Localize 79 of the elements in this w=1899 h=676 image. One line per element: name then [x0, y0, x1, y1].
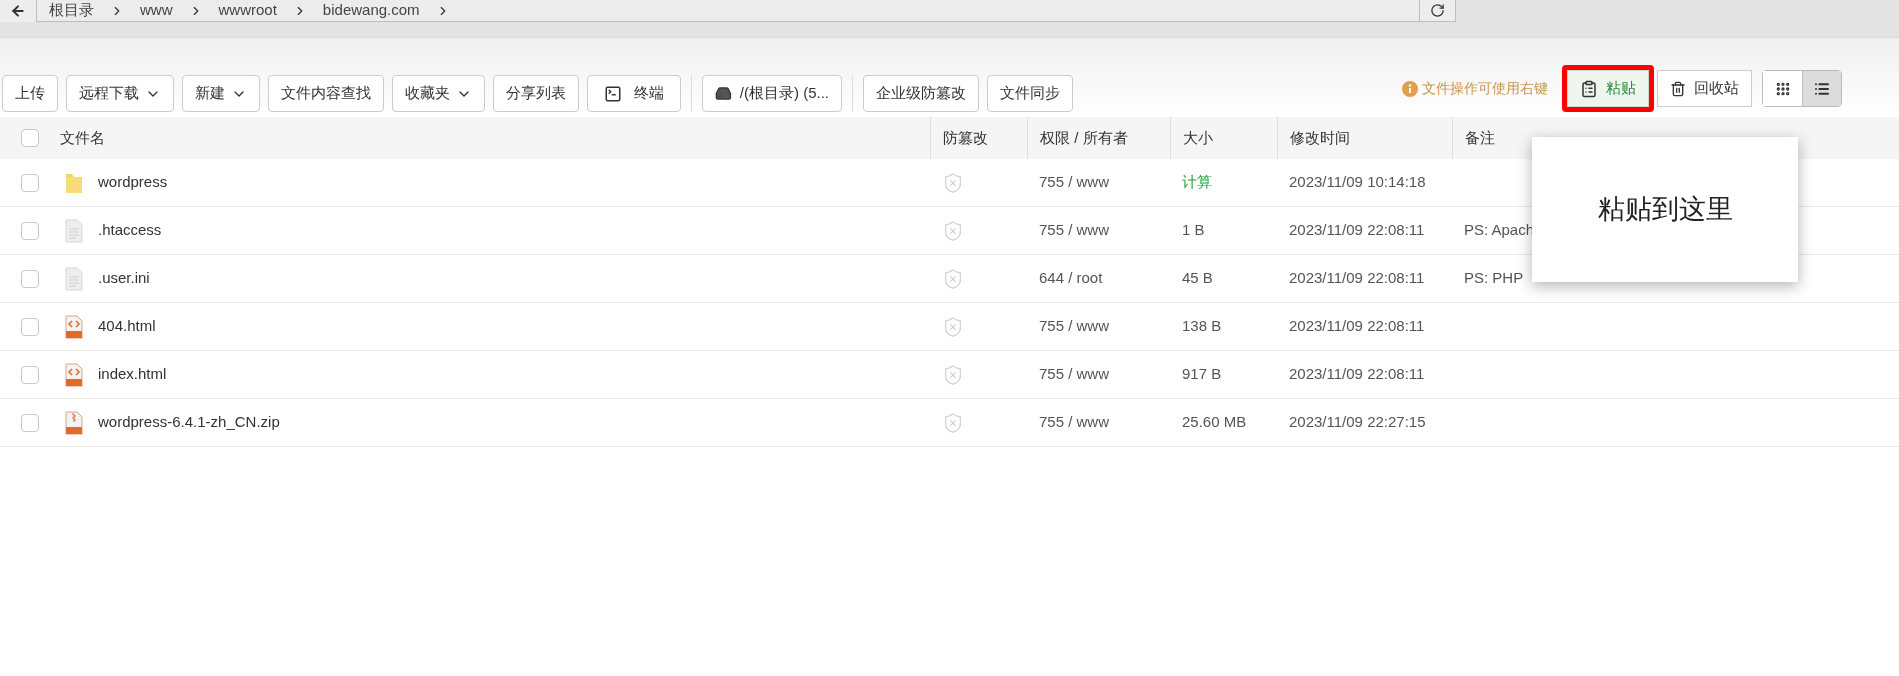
- modified-time: 2023/11/09 22:08:11: [1289, 365, 1425, 383]
- toolbar-button[interactable]: 文件内容查找: [268, 75, 384, 112]
- column-header[interactable]: 大小: [1183, 126, 1213, 150]
- breadcrumb-item[interactable]: bidewang.com: [322, 0, 420, 22]
- back-arrow-icon: [10, 3, 26, 19]
- terminal-button[interactable]: 终端: [587, 75, 681, 112]
- list-icon: [1814, 80, 1830, 97]
- file-name[interactable]: index.html: [98, 363, 167, 386]
- column-header[interactable]: 文件名: [60, 126, 105, 150]
- grid-view-button[interactable]: [1763, 71, 1802, 106]
- breadcrumb-item[interactable]: 根目录: [49, 0, 94, 22]
- back-button[interactable]: [0, 0, 37, 22]
- html-file-icon: [64, 314, 84, 339]
- dropdown-button[interactable]: 远程下载: [66, 75, 174, 112]
- paste-button[interactable]: 粘贴: [1567, 70, 1649, 107]
- modified-time: 2023/11/09 22:08:11: [1289, 317, 1425, 335]
- row-checkbox[interactable]: [21, 269, 39, 288]
- breadcrumb-item[interactable]: wwwroot: [218, 0, 277, 22]
- toolbar-button[interactable]: 分享列表: [493, 75, 579, 112]
- note-text: PS: PHP: [1464, 269, 1524, 287]
- column-header[interactable]: 权限 / 所有者: [1040, 126, 1128, 150]
- hint-text: 文件操作可使用右键: [1422, 79, 1548, 98]
- clipboard-icon: [1580, 79, 1598, 98]
- row-checkbox[interactable]: [21, 221, 39, 240]
- row-checkbox[interactable]: [21, 317, 39, 336]
- size-text: 917 B: [1182, 365, 1222, 383]
- dropdown-button[interactable]: 新建: [182, 75, 260, 112]
- permission-text[interactable]: 755 / www: [1039, 365, 1110, 383]
- shield-icon[interactable]: [942, 171, 964, 194]
- size-text: 45 B: [1182, 269, 1213, 287]
- grid-icon: [1774, 80, 1791, 97]
- row-checkbox[interactable]: [21, 365, 39, 384]
- path-bar[interactable]: 根目录 www wwwroot bidewang.com: [37, 0, 1420, 22]
- size-text: 1 B: [1182, 221, 1205, 239]
- permission-text[interactable]: 755 / www: [1039, 173, 1110, 191]
- size-text: 138 B: [1182, 317, 1222, 335]
- shield-icon[interactable]: [942, 219, 964, 242]
- shield-icon[interactable]: [942, 267, 964, 290]
- shield-icon[interactable]: [942, 315, 964, 338]
- html-file-icon: [64, 362, 84, 387]
- toolbar-button[interactable]: 企业级防篡改: [863, 75, 979, 112]
- file-name[interactable]: wordpress-6.4.1-zh_CN.zip: [98, 411, 280, 434]
- document-icon: [64, 266, 84, 291]
- recycle-bin-button[interactable]: 回收站: [1657, 70, 1752, 107]
- modified-time: 2023/11/09 10:14:18: [1289, 173, 1426, 191]
- row-checkbox[interactable]: [21, 413, 39, 432]
- refresh-icon: [1430, 3, 1445, 18]
- file-name[interactable]: wordpress: [98, 171, 168, 194]
- modified-time: 2023/11/09 22:08:11: [1289, 221, 1425, 239]
- disk-button[interactable]: /(根目录) (5...: [702, 75, 842, 112]
- column-header[interactable]: 修改时间: [1290, 126, 1350, 150]
- modified-time: 2023/11/09 22:08:11: [1289, 269, 1425, 287]
- toolbar-button[interactable]: 文件同步: [987, 75, 1073, 112]
- shield-icon[interactable]: [942, 411, 964, 434]
- permission-text[interactable]: 755 / www: [1039, 317, 1110, 335]
- file-name[interactable]: .user.ini: [98, 267, 150, 290]
- shield-icon[interactable]: [942, 363, 964, 386]
- breadcrumb-item[interactable]: www: [140, 0, 173, 22]
- column-header[interactable]: 防篡改: [943, 126, 988, 150]
- toolbar-button[interactable]: 上传: [2, 75, 58, 112]
- document-icon: [64, 218, 84, 243]
- refresh-button[interactable]: [1420, 0, 1456, 22]
- popup-text[interactable]: 粘贴到这里: [1597, 189, 1733, 230]
- file-name[interactable]: 404.html: [98, 315, 156, 338]
- permission-text[interactable]: 755 / www: [1039, 413, 1110, 431]
- list-view-button[interactable]: [1802, 71, 1841, 106]
- column-header[interactable]: 备注: [1465, 126, 1495, 150]
- zip-file-icon: [64, 410, 84, 435]
- size-text: 25.60 MB: [1182, 413, 1247, 431]
- permission-text[interactable]: 755 / www: [1039, 221, 1110, 239]
- file-name[interactable]: .htaccess: [98, 219, 162, 242]
- info-icon: [1402, 80, 1418, 97]
- row-checkbox[interactable]: [21, 173, 39, 192]
- terminal-icon: [604, 84, 622, 103]
- modified-time: 2023/11/09 22:27:15: [1289, 413, 1426, 431]
- select-all-checkbox[interactable]: [21, 129, 39, 147]
- dropdown-button[interactable]: 收藏夹: [392, 75, 485, 112]
- trash-icon: [1670, 80, 1686, 97]
- permission-text[interactable]: 644 / root: [1039, 269, 1103, 287]
